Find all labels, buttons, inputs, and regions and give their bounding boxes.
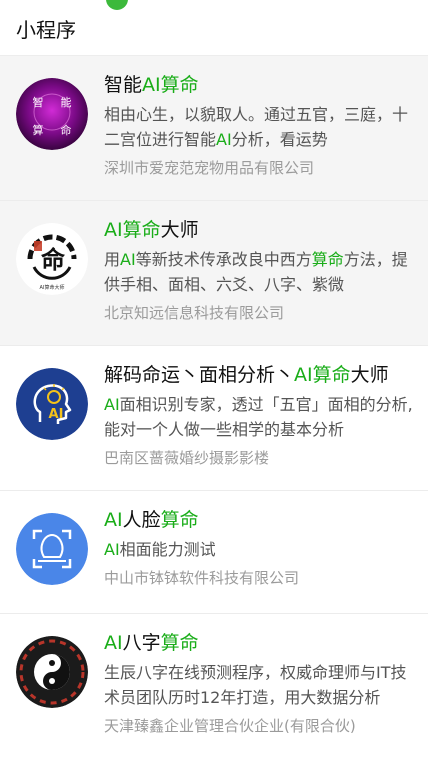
highlight-text: AI xyxy=(104,540,120,559)
logo-caption: AI算命大师 xyxy=(40,284,65,291)
highlight-text: AI算命 xyxy=(142,74,199,96)
list-item[interactable]: 智 能 算 命 智能AI算命 相由心生，以貌取人。通过五官，三庭，十二宫位进行智… xyxy=(0,56,428,201)
list-item[interactable]: AI 解码命运丶面相分析丶AI算命大师 AI面相识别专家，透过「五官」面相的分析… xyxy=(0,346,428,491)
text-segment: 八字 xyxy=(122,632,161,654)
text-segment: 分析，看运势 xyxy=(231,130,328,149)
item-description: AI相面能力测试 xyxy=(104,537,414,562)
highlight-text: AI xyxy=(120,250,136,269)
head-lightbulb-icon: AI xyxy=(16,368,88,440)
text-segment: 相面能力测试 xyxy=(119,540,216,559)
item-description: 生辰八字在线预测程序，权威命理师与IT技术员团队历时12年打造，用大数据分析 xyxy=(104,660,414,710)
item-name: AI八字算命 xyxy=(104,630,414,656)
header: 小程序 xyxy=(0,0,428,56)
item-name: 解码命运丶面相分析丶AI算命大师 xyxy=(104,362,414,388)
logo-char: 能 xyxy=(61,95,72,109)
text-segment: 用 xyxy=(104,250,121,269)
highlight-text: AI算命 xyxy=(104,219,161,241)
item-name: 智能AI算命 xyxy=(104,72,414,98)
text-segment: 生辰八字在线预测程序，权威命理师与IT技术员团队历时12年打造，用大数据分析 xyxy=(104,663,407,707)
item-description: 用AI等新技术传承改良中西方算命方法，提供手相、面相、六爻、八字、紫微 xyxy=(104,247,414,297)
face-scan-icon xyxy=(16,513,88,585)
highlight-text: AI xyxy=(216,130,232,149)
text-segment: 大师 xyxy=(350,364,389,386)
item-description: 相由心生，以貌取人。通过五官，三庭，十二宫位进行智能AI分析，看运势 xyxy=(104,102,414,152)
item-company: 天津臻鑫企业管理合伙企业(有限合伙) xyxy=(104,717,356,735)
miniprogram-list: 智 能 算 命 智能AI算命 相由心生，以貌取人。通过五官，三庭，十二宫位进行智… xyxy=(0,56,428,754)
highlight-text: AI xyxy=(104,632,123,654)
item-name: AI人脸算命 xyxy=(104,507,414,533)
highlight-text: AI xyxy=(104,509,123,531)
logo-char: 命 xyxy=(61,123,72,137)
list-item[interactable]: AI人脸算命 AI相面能力测试 中山市钵钵软件科技有限公司 xyxy=(0,491,428,614)
item-company: 中山市钵钵软件科技有限公司 xyxy=(104,569,300,587)
text-segment: 面相识别专家，透过「五官」面相的分析,能对一个人做一些相学的基本分析 xyxy=(104,395,413,439)
item-name: AI算命大师 xyxy=(104,217,414,243)
highlight-text: AI算命 xyxy=(294,364,351,386)
list-item[interactable]: AI八字算命 生辰八字在线预测程序，权威命理师与IT技术员团队历时12年打造，用… xyxy=(0,614,428,754)
purple-face-icon: 智 能 算 命 xyxy=(16,78,88,150)
list-item[interactable]: 命 AI算命大师 AI算命大师 用AI等新技术传承改良中西方算命方法，提供手相、… xyxy=(0,201,428,346)
logo-char: 算 xyxy=(33,123,44,137)
item-company: 北京知远信息科技有限公司 xyxy=(104,304,285,322)
yin-yang-bagua-icon xyxy=(16,636,88,708)
logo-text: AI xyxy=(49,407,64,422)
text-segment: 人脸 xyxy=(122,509,161,531)
text-segment: 智能 xyxy=(104,74,143,96)
item-company: 巴南区蔷薇婚纱摄影影楼 xyxy=(104,449,270,467)
page-title: 小程序 xyxy=(16,18,76,42)
text-segment: 等新技术传承改良中西方 xyxy=(135,250,312,269)
item-description: AI面相识别专家，透过「五官」面相的分析,能对一个人做一些相学的基本分析 xyxy=(104,392,414,442)
highlight-text: AI xyxy=(104,395,120,414)
text-segment: 大师 xyxy=(160,219,199,241)
text-segment: 解码命运丶面相分析丶 xyxy=(104,364,295,386)
highlight-text: 算命 xyxy=(160,632,199,654)
highlight-text: 算命 xyxy=(160,509,199,531)
highlight-text: 算命 xyxy=(311,250,344,269)
calligraphy-ming-icon: 命 AI算命大师 xyxy=(16,223,88,295)
logo-char: 命 xyxy=(41,245,66,274)
logo-char: 智 xyxy=(33,95,44,109)
item-company: 深圳市爱宠范宠物用品有限公司 xyxy=(104,159,315,177)
